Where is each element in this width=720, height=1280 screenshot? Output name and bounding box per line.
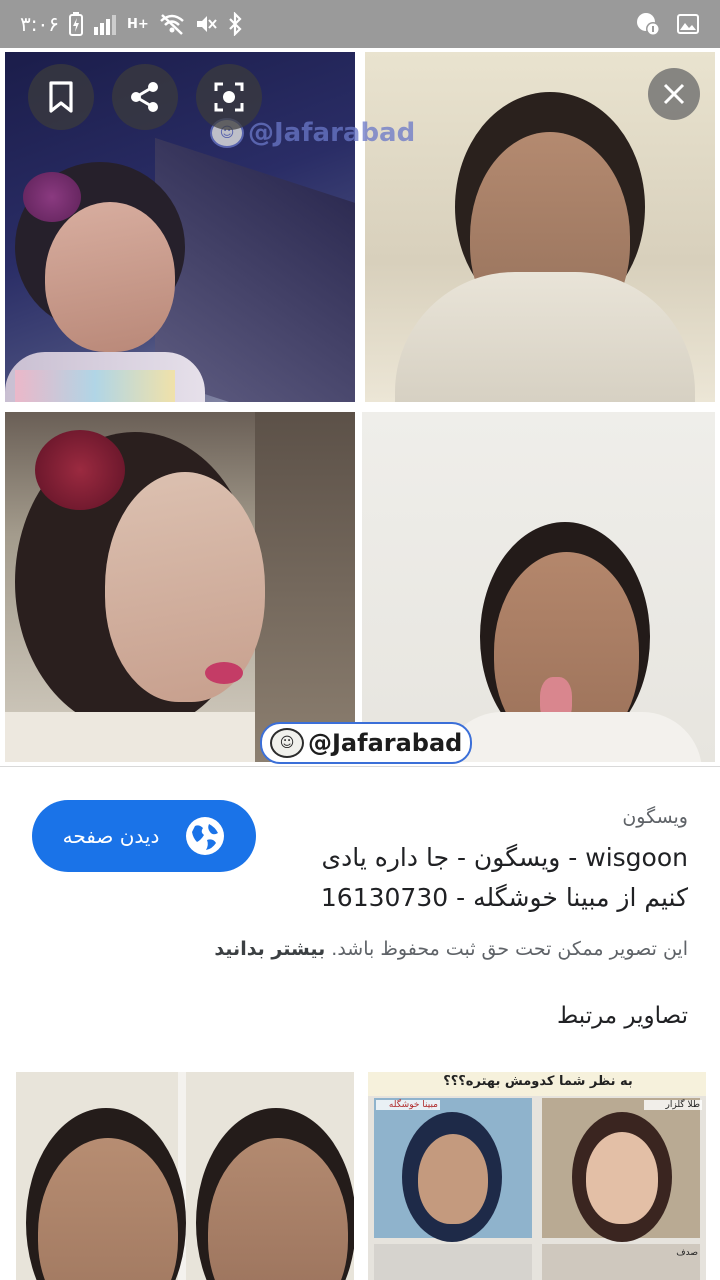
close-button[interactable] xyxy=(648,68,700,120)
lens-icon xyxy=(214,82,244,112)
lens-search-button[interactable] xyxy=(196,64,262,130)
collage-photo-3 xyxy=(5,412,355,762)
share-button[interactable] xyxy=(112,64,178,130)
learn-more-link[interactable]: بیشتر بدانید xyxy=(214,938,325,960)
gallery-icon xyxy=(676,10,700,38)
collage-caption: به نظر شما کدومش بهتره؟؟؟ xyxy=(443,1074,633,1089)
related-image-1[interactable] xyxy=(16,1072,354,1280)
related-images-heading: تصاویر مرتبط xyxy=(556,1003,688,1029)
collage-label-left: مبینا خوشگله xyxy=(376,1100,440,1110)
collage-label-right: طلا گلزار xyxy=(644,1100,702,1110)
troll-face-icon: ☺ xyxy=(270,728,304,758)
copyright-text: این تصویر ممکن تحت حق ثبت محفوظ باشد. xyxy=(331,938,688,960)
notification-badge-icon xyxy=(634,10,662,38)
wifi-off-icon xyxy=(159,10,185,38)
mute-icon xyxy=(195,10,217,38)
source-site-name[interactable]: ویسگون xyxy=(622,806,688,828)
image-viewer[interactable]: ☺ @Jafarabad ☺ @Jafarabad xyxy=(0,48,720,768)
page-title-line-1: wisgoon - ویسگون - جا داره یادی xyxy=(321,843,688,872)
cell-signal-icon xyxy=(93,10,117,38)
page-title[interactable]: wisgoon - ویسگون - جا داره یادی کنیم از … xyxy=(308,838,688,918)
page-title-line-2: کنیم از مبینا خوشگله - 16130730 xyxy=(320,883,688,912)
bluetooth-icon xyxy=(227,10,243,38)
section-divider xyxy=(0,766,720,767)
collage-label-bottom-right: صدف xyxy=(676,1248,698,1258)
bookmark-icon xyxy=(49,81,73,113)
related-image-2[interactable]: به نظر شما کدومش بهتره؟؟؟ مبینا خوشگله ط… xyxy=(368,1072,706,1280)
watermark-top-text: @Jafarabad xyxy=(248,118,416,148)
share-icon xyxy=(131,82,158,112)
battery-icon xyxy=(68,10,83,38)
status-bar: ۳:۰۶ H+ xyxy=(0,0,720,48)
watermark-bottom-text: @Jafarabad xyxy=(308,729,463,757)
collage-photo-4 xyxy=(362,412,715,762)
bookmark-button[interactable] xyxy=(28,64,94,130)
clock: ۳:۰۶ xyxy=(20,12,59,36)
network-type-label: H+ xyxy=(126,16,149,32)
watermark-bottom: ☺ @Jafarabad xyxy=(260,722,473,764)
visit-page-button[interactable]: دیدن صفحه xyxy=(32,800,256,872)
visit-page-label: دیدن صفحه xyxy=(62,824,160,848)
status-left: ۳:۰۶ H+ xyxy=(20,8,243,40)
status-right xyxy=(634,8,700,40)
copyright-notice: این تصویر ممکن تحت حق ثبت محفوظ باشد. بی… xyxy=(68,938,688,960)
close-icon xyxy=(663,83,685,105)
globe-icon xyxy=(186,817,225,855)
